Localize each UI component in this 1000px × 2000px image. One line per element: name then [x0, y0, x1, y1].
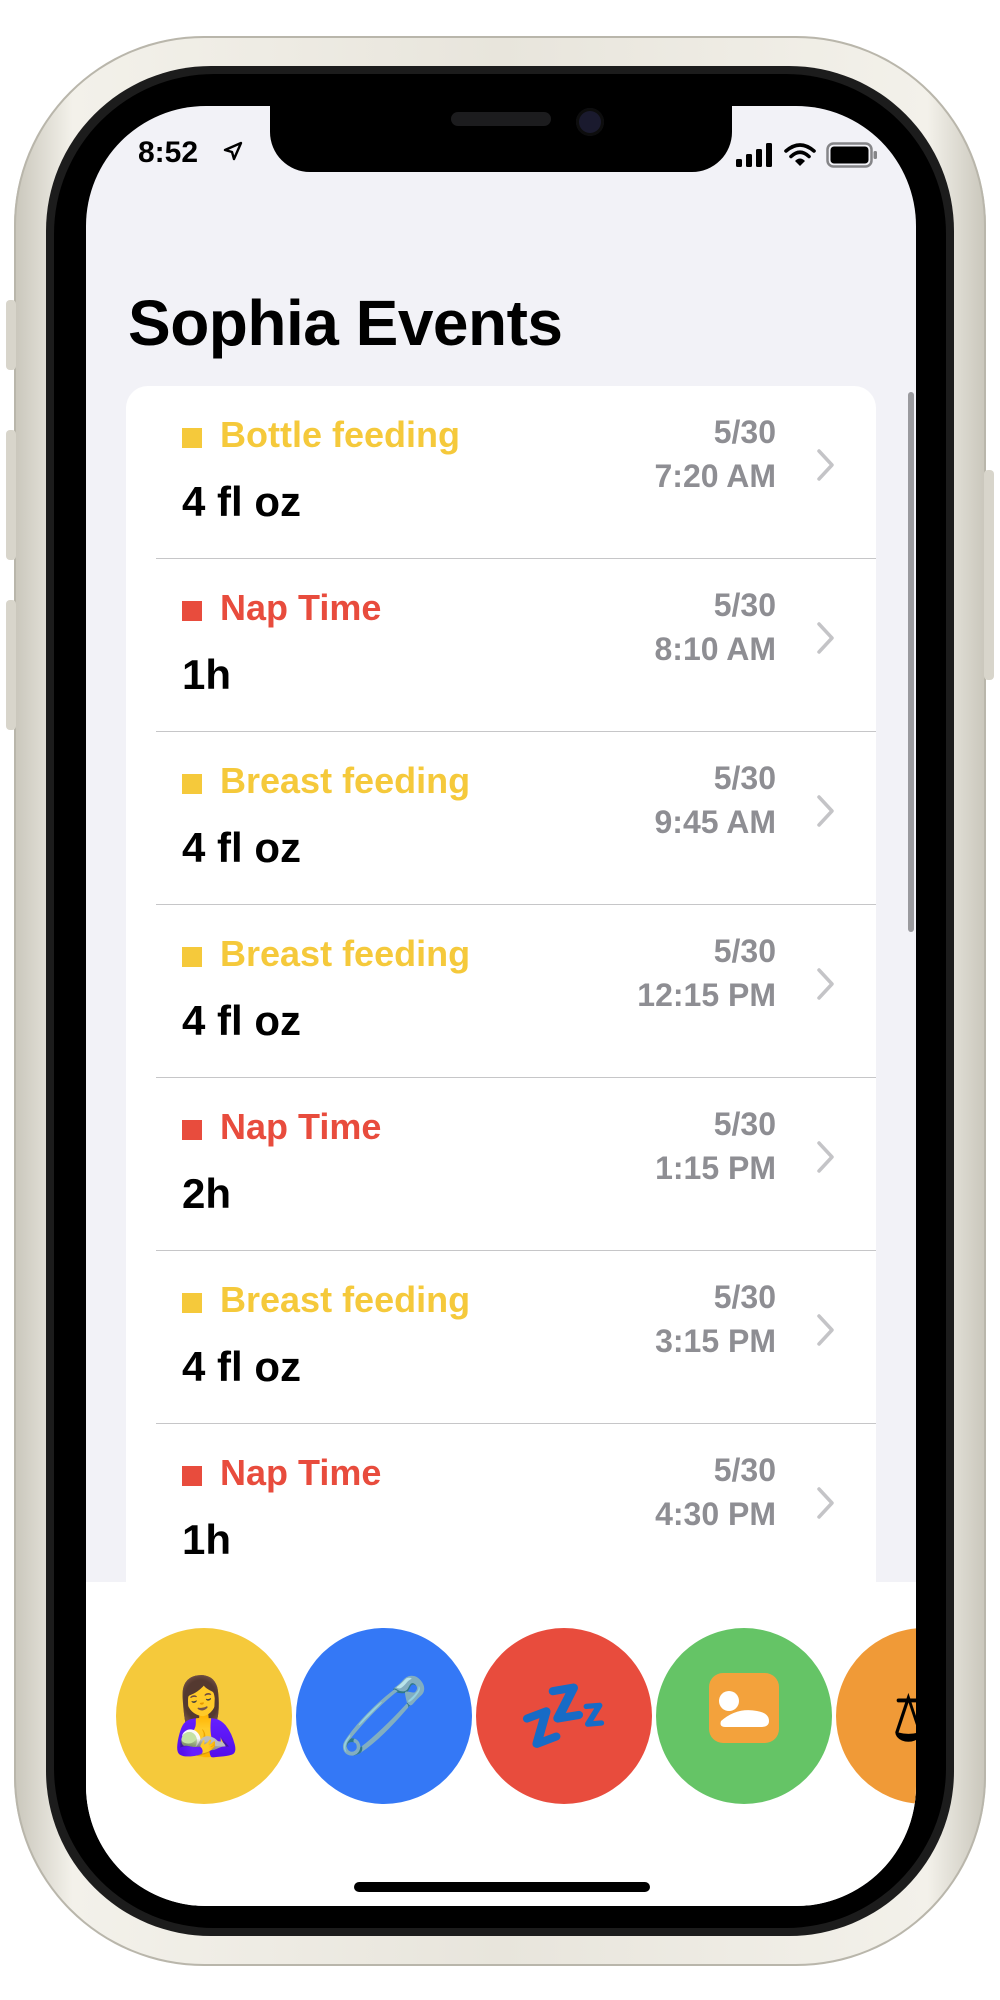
event-color-square [182, 1466, 202, 1486]
event-color-square [182, 428, 202, 448]
event-date: 5/30 [713, 933, 776, 969]
scrollbar[interactable] [908, 392, 914, 932]
wifi-icon [784, 143, 816, 166]
chevron-right-icon [817, 449, 834, 481]
home-indicator[interactable] [354, 1882, 650, 1892]
event-row[interactable]: Bottle feeding 4 fl oz 5/30 7:20 AM [126, 386, 876, 559]
event-color-square [182, 1120, 202, 1140]
chevron-right-icon [817, 622, 834, 654]
event-color-square [182, 601, 202, 621]
event-value: 1h [182, 1516, 232, 1563]
event-row[interactable]: Nap Time 1h 5/30 8:10 AM [126, 559, 876, 732]
event-type: Bottle feeding [220, 414, 460, 455]
event-row[interactable]: Breast feeding 4 fl oz 5/30 9:45 AM [126, 732, 876, 905]
zzz-icon: 💤 [517, 1673, 611, 1757]
event-list: Bottle feeding 4 fl oz 5/30 7:20 AM Nap … [126, 386, 876, 1686]
event-type: Nap Time [220, 1106, 382, 1147]
battery-icon [826, 142, 877, 168]
breastfeeding-emoji-icon: 🤱 [157, 1673, 251, 1757]
event-date: 5/30 [713, 1279, 776, 1315]
baby-lying-icon [707, 1671, 781, 1762]
event-value: 4 fl oz [182, 824, 302, 871]
event-time: 8:10 AM [654, 631, 776, 667]
diaper-action-button[interactable]: 🧷 [296, 1628, 472, 1804]
notch-speaker [451, 112, 551, 126]
event-value: 4 fl oz [182, 997, 302, 1044]
event-type: Breast feeding [220, 933, 471, 974]
event-time: 3:15 PM [655, 1323, 776, 1359]
event-row[interactable]: Nap Time 1h 5/30 4:30 PM [126, 1424, 876, 1597]
volume-up-button [6, 430, 16, 560]
status-time: 8:52 [138, 136, 199, 169]
event-type: Nap Time [220, 587, 382, 628]
scale-icon: ⚖ [891, 1673, 916, 1759]
event-time: 7:20 AM [654, 458, 776, 494]
chevron-right-icon [817, 968, 834, 1000]
event-type: Breast feeding [220, 760, 471, 801]
event-value: 2h [182, 1170, 232, 1217]
chevron-right-icon [817, 1141, 834, 1173]
event-time: 9:45 AM [654, 804, 776, 840]
event-type: Nap Time [220, 1452, 382, 1493]
event-time: 1:15 PM [655, 1150, 776, 1186]
event-value: 4 fl oz [182, 478, 302, 525]
event-row[interactable]: Breast feeding 4 fl oz 5/30 3:15 PM [126, 1251, 876, 1424]
phone-screen: 8:52 Sophia Events Bottle feeding 4 fl o… [86, 106, 916, 1906]
event-color-square [182, 774, 202, 794]
safety-pin-icon: 🧷 [337, 1673, 431, 1757]
event-value: 1h [182, 651, 232, 698]
event-type: Breast feeding [220, 1279, 471, 1320]
event-date: 5/30 [713, 1106, 776, 1142]
page-title: Sophia Events [128, 287, 563, 359]
volume-down-button [6, 600, 16, 730]
location-arrow-icon [223, 141, 243, 161]
chevron-right-icon [817, 1314, 834, 1346]
sleep-action-button[interactable]: 💤 [476, 1628, 652, 1804]
event-date: 5/30 [713, 760, 776, 796]
chevron-right-icon [817, 795, 834, 827]
event-time: 4:30 PM [655, 1496, 776, 1532]
event-row[interactable]: Breast feeding 4 fl oz 5/30 12:15 PM [126, 905, 876, 1078]
event-date: 5/30 [713, 414, 776, 450]
event-value: 4 fl oz [182, 1343, 302, 1390]
event-color-square [182, 1293, 202, 1313]
event-time: 12:15 PM [637, 977, 776, 1013]
chevron-right-icon [817, 1487, 834, 1519]
front-camera [576, 108, 604, 136]
event-color-square [182, 947, 202, 967]
event-date: 5/30 [713, 1452, 776, 1488]
feeding-action-button[interactable]: 🤱 [116, 1628, 292, 1804]
event-row[interactable]: Nap Time 2h 5/30 1:15 PM [126, 1078, 876, 1251]
event-date: 5/30 [713, 587, 776, 623]
power-button [984, 470, 994, 680]
mute-switch [6, 300, 16, 370]
cellular-signal-icon [736, 143, 772, 167]
status-indicators [736, 142, 878, 168]
tummy-time-action-button[interactable] [656, 1628, 832, 1804]
